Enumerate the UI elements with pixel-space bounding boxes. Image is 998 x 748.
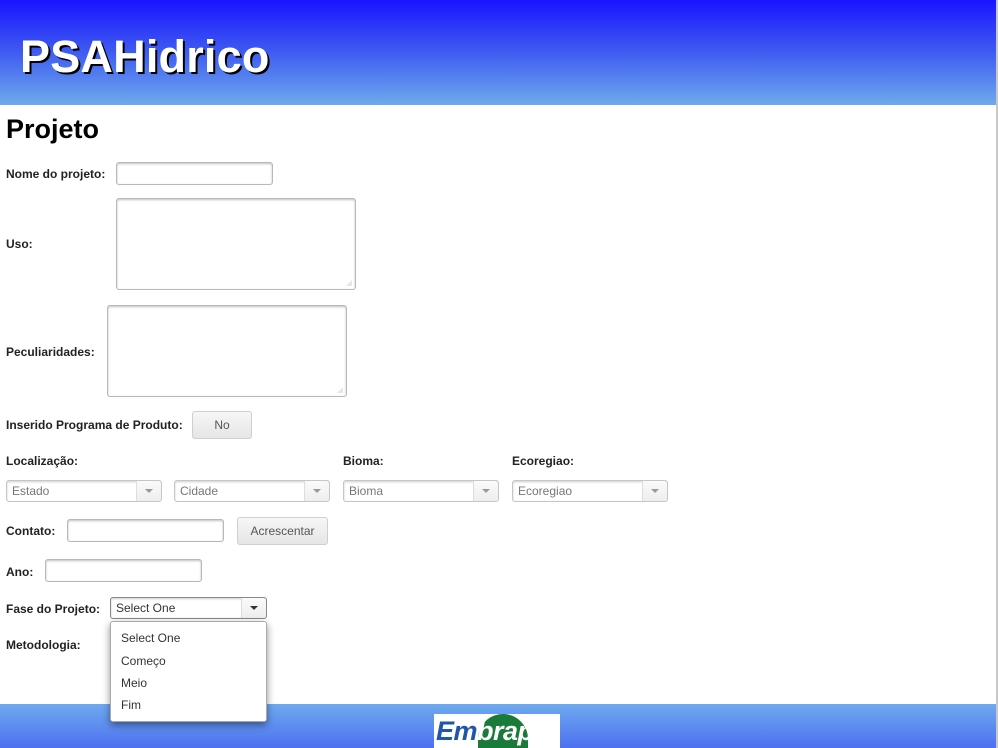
dropdown-option-meio[interactable]: Meio <box>121 676 147 690</box>
estado-select[interactable]: Estado <box>6 480 162 502</box>
chevron-down-icon <box>145 489 153 493</box>
logo-text-em: Em <box>436 716 478 746</box>
dropdown-option-select-one[interactable]: Select One <box>121 631 180 645</box>
embrapa-logo: Embrapa <box>434 714 560 748</box>
fase-projeto-label: Fase do Projeto: <box>6 602 101 616</box>
ano-input[interactable] <box>45 559 202 582</box>
uso-label: Uso: <box>6 237 33 251</box>
contato-input[interactable] <box>67 519 224 542</box>
peculiaridades-textarea[interactable] <box>107 305 347 397</box>
localizacao-label: Localização: <box>6 454 79 468</box>
contato-label: Contato: <box>6 524 56 538</box>
bioma-select[interactable]: Bioma <box>343 480 499 502</box>
fase-projeto-select-value: Select One <box>116 601 176 615</box>
fase-projeto-dropdown: Select One Começo Meio Fim <box>110 621 267 722</box>
fase-projeto-select[interactable]: Select One <box>110 597 267 619</box>
estado-select-value: Estado <box>12 484 50 498</box>
bioma-label: Bioma: <box>343 454 384 468</box>
dropdown-option-comeco[interactable]: Começo <box>121 654 166 668</box>
bioma-select-value: Bioma <box>349 484 384 498</box>
dropdown-option-fim[interactable]: Fim <box>121 698 141 712</box>
cidade-select-value: Cidade <box>180 484 219 498</box>
chevron-down-icon <box>313 489 321 493</box>
logo-text-brapa: brapa <box>477 716 549 746</box>
app-title: PSAHidrico <box>20 31 270 82</box>
nome-projeto-input[interactable] <box>116 162 273 185</box>
acrescentar-button[interactable]: Acrescentar <box>237 517 328 545</box>
metodologia-label: Metodologia: <box>6 638 81 652</box>
resize-grip-icon[interactable] <box>346 280 352 286</box>
ecoregiao-select-value: Ecoregiao <box>518 484 573 498</box>
resize-grip-icon[interactable] <box>337 387 343 393</box>
chevron-down-icon <box>250 606 258 610</box>
ano-label: Ano: <box>6 565 34 579</box>
ecoregiao-label: Ecoregiao: <box>512 454 575 468</box>
inserido-programa-label: Inserido Programa de Produto: <box>6 418 183 432</box>
uso-textarea[interactable] <box>116 198 356 290</box>
nome-projeto-label: Nome do projeto: <box>6 167 106 181</box>
chevron-down-icon <box>651 489 659 493</box>
inserido-programa-toggle[interactable]: No <box>192 411 252 439</box>
cidade-select[interactable]: Cidade <box>174 480 330 502</box>
peculiaridades-label: Peculiaridades: <box>6 345 95 359</box>
app-header: PSAHidrico <box>0 0 996 105</box>
page-title: Projeto <box>6 114 100 144</box>
ecoregiao-select[interactable]: Ecoregiao <box>512 480 668 502</box>
chevron-down-icon <box>482 489 490 493</box>
